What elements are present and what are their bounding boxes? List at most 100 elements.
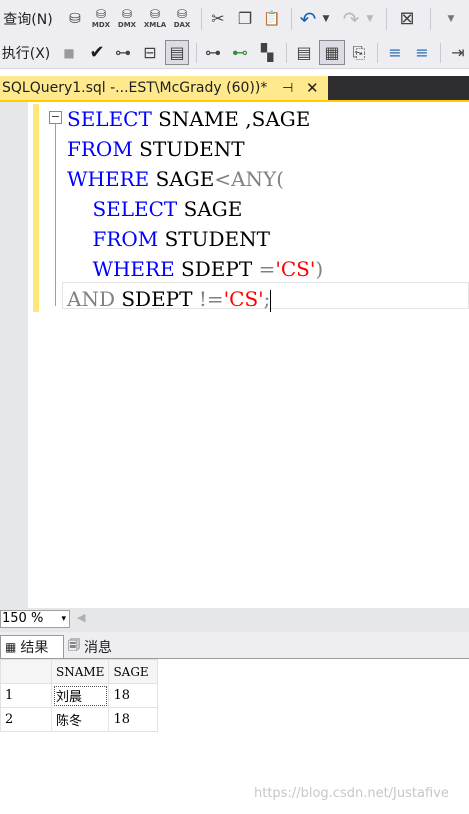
code-line-5: FROM STUDENT <box>67 224 270 254</box>
tab-messages-label: 消息 <box>84 639 112 656</box>
toolbar-separator <box>386 8 387 30</box>
code-operator: = <box>258 257 276 281</box>
redo-icon[interactable]: ↷ <box>340 0 362 37</box>
results-to-file-icon[interactable]: ⎘ <box>348 37 370 68</box>
code-text: SDEPT <box>114 287 199 311</box>
code-text: SNAME ,SAGE <box>151 107 311 131</box>
results-tab-bar: ▦ 结果 🗐 消息 <box>0 632 469 659</box>
tab-results[interactable]: ▦ 结果 <box>0 635 64 658</box>
column-header-sage[interactable]: SAGE <box>108 659 159 684</box>
redo-dropdown-chevron-icon[interactable]: ▼ <box>364 0 376 37</box>
tab-title: SQLQuery1.sql -...EST\McGrady (60))* <box>2 80 268 96</box>
grid-header-row: SNAME SAGE <box>0 659 159 684</box>
toolbar-separator <box>196 43 197 63</box>
keyword: WHERE <box>92 257 175 281</box>
keyword: AND <box>67 287 115 311</box>
client-stats-icon[interactable]: ▚ <box>256 37 278 68</box>
code-line-6: WHERE SDEPT ='CS') <box>67 254 323 284</box>
query-designer-icon[interactable]: ⊟ <box>139 37 161 68</box>
paste-icon[interactable]: 📋 <box>261 0 283 37</box>
sql-editor[interactable]: − SELECT SNAME ,SAGE FROM STUDENT WHERE … <box>0 102 469 608</box>
undo-dropdown-chevron-icon[interactable]: ▼ <box>320 0 332 37</box>
keyword: SELECT <box>92 197 178 221</box>
keyword: WHERE <box>67 167 150 191</box>
tab-messages[interactable]: 🗐 消息 <box>64 635 124 658</box>
keyword: SELECT <box>67 107 152 131</box>
comment-icon[interactable]: ≡ <box>384 37 406 68</box>
zoom-bar: 150 % ▾ ◀ <box>0 608 469 632</box>
table-row[interactable]: 1 刘晨 18 <box>0 683 159 708</box>
display-plan-icon[interactable]: ⊶ <box>112 37 134 68</box>
keyword: FROM <box>67 137 133 161</box>
column-header-sname[interactable]: SNAME <box>50 659 110 684</box>
copy-icon[interactable]: ❐ <box>234 0 256 37</box>
grid-cell[interactable]: 刘晨 <box>50 683 110 708</box>
code-line-1: SELECT SNAME ,SAGE <box>67 104 310 134</box>
menu-query[interactable]: 查询(N) <box>0 0 56 37</box>
tab-results-label: 结果 <box>20 640 49 656</box>
zoom-select[interactable]: 150 % ▾ <box>0 610 70 628</box>
xmla-query-icon[interactable]: ⛁ XMLA <box>141 0 169 37</box>
toolbar-separator <box>286 43 287 63</box>
row-number[interactable]: 1 <box>0 683 52 708</box>
message-icon: 🗐 <box>68 638 80 652</box>
collapse-toggle-icon[interactable]: − <box>49 111 62 124</box>
code-operator: ; <box>263 287 271 311</box>
zoom-value: 150 % <box>2 611 44 626</box>
results-to-grid-icon[interactable]: ▦ <box>319 40 345 65</box>
code-text: SAGE <box>177 197 243 221</box>
chevron-down-icon[interactable]: ▾ <box>61 611 66 627</box>
code-line-7: AND SDEPT !='CS'; <box>67 284 272 314</box>
tab-sqlquery1[interactable]: SQLQuery1.sql -...EST\McGrady (60))* ⊣ ✕ <box>0 76 328 100</box>
row-number-header[interactable] <box>0 659 52 684</box>
editor-gutter <box>0 102 28 608</box>
cut-icon[interactable]: ✂ <box>207 0 229 37</box>
toolbar-separator <box>440 43 441 63</box>
toolbar-standard: 查询(N) ⛁ ⛁ MDX ⛁ DMX ⛁ XMLA ⛁ DAX ✂ ❐ 📋 ↶ ▼ ↷… <box>0 0 469 38</box>
grid-cell[interactable]: 18 <box>108 707 159 732</box>
code-text: STUDENT <box>158 227 270 251</box>
code-line-3: WHERE SAGE<ANY( <box>67 164 284 194</box>
live-stats-icon[interactable]: ⊷ <box>229 37 251 68</box>
toolbar-sql-editor: 执行(X) ■ ✔ ⊶ ⊟ ▤ ⊶ ⊷ ▚ ▤ ▦ ⎘ ≡ ≡ ⇥ <box>0 37 469 69</box>
stop-icon[interactable]: ■ <box>60 37 78 68</box>
overflow-dropdown-icon[interactable]: ▼ <box>444 0 458 37</box>
toolbar-separator <box>291 8 292 30</box>
undo-icon[interactable]: ↶ <box>297 0 319 37</box>
grid-cell[interactable]: 18 <box>108 683 159 708</box>
include-plan-icon[interactable]: ⊶ <box>202 37 224 68</box>
uncomment-icon[interactable]: ≡ <box>411 37 433 68</box>
row-number[interactable]: 2 <box>0 707 52 732</box>
code-string: 'CS' <box>223 287 264 311</box>
watermark: https://blog.csdn.net/Justafive <box>254 786 449 801</box>
dax-query-icon[interactable]: ⛁ DAX <box>170 0 194 37</box>
parse-checkmark-icon[interactable]: ✔ <box>86 37 108 68</box>
results-grid[interactable]: SNAME SAGE 1 刘晨 18 2 陈冬 18 <box>0 659 159 732</box>
scroll-left-icon[interactable]: ◀ <box>77 611 85 624</box>
activity-monitor-icon[interactable]: ⊠ <box>394 0 420 37</box>
outline-line <box>55 120 56 306</box>
code-line-4: SELECT SAGE <box>67 194 242 224</box>
code-text: SAGE <box>149 167 215 191</box>
grid-cell[interactable]: 陈冬 <box>50 707 110 732</box>
grid-icon: ▦ <box>5 640 17 654</box>
db-query-icon[interactable]: ⛁ <box>64 0 86 37</box>
toolbar-separator <box>377 43 378 63</box>
results-to-text-icon[interactable]: ▤ <box>293 37 315 68</box>
code-text: STUDENT <box>132 137 245 161</box>
change-tracking-bar <box>33 104 39 312</box>
text-caret <box>270 289 272 312</box>
mdx-query-icon[interactable]: ⛁ MDX <box>89 0 113 37</box>
code-operator: != <box>198 287 224 311</box>
pin-icon[interactable]: ⊣ <box>282 81 293 96</box>
dmx-query-icon[interactable]: ⛁ DMX <box>115 0 139 37</box>
table-row[interactable]: 2 陈冬 18 <box>0 707 159 732</box>
intellisense-icon[interactable]: ▤ <box>165 40 189 65</box>
menu-execute[interactable]: 执行(X) <box>0 37 52 68</box>
close-icon[interactable]: ✕ <box>306 79 319 97</box>
toolbar-separator <box>201 8 202 30</box>
indent-icon[interactable]: ⇥ <box>447 37 469 68</box>
